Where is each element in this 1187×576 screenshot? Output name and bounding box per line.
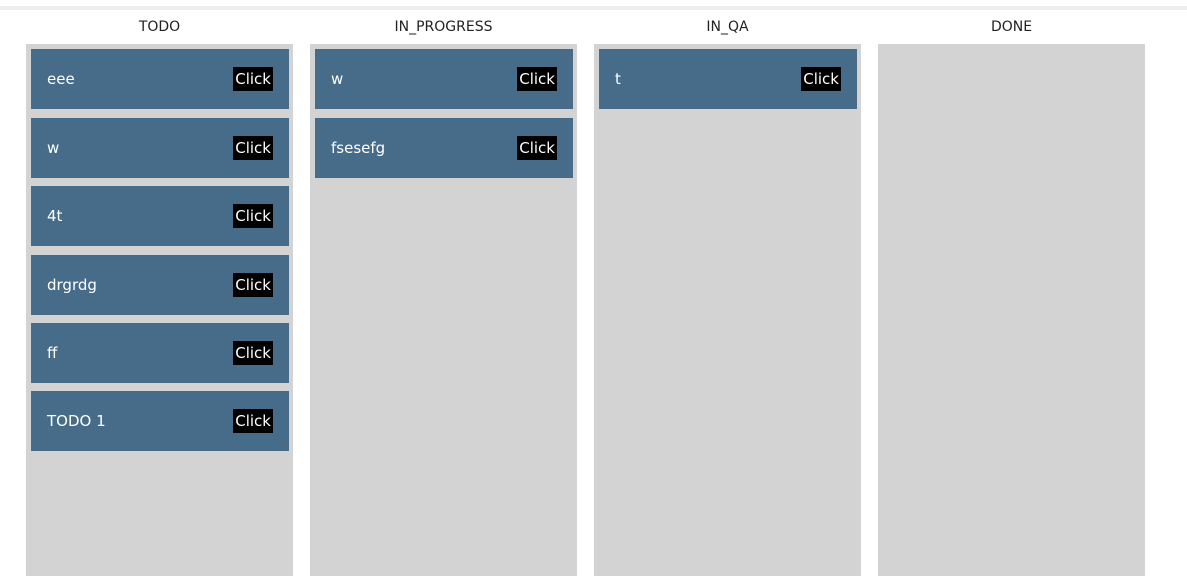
click-button[interactable]: Click <box>517 136 557 160</box>
click-button[interactable]: Click <box>233 409 273 433</box>
task-card: w Click <box>315 49 573 109</box>
task-card: drgrdg Click <box>31 255 289 315</box>
click-button[interactable]: Click <box>233 204 273 228</box>
click-button[interactable]: Click <box>233 136 273 160</box>
column-header: IN_PROGRESS <box>394 19 493 35</box>
click-button[interactable]: Click <box>233 67 273 91</box>
task-title: eee <box>47 70 75 88</box>
task-card: t Click <box>599 49 857 109</box>
column-header: TODO <box>138 19 181 35</box>
task-title: drgrdg <box>47 276 97 294</box>
task-title: ff <box>47 344 58 362</box>
task-card: eee Click <box>31 49 289 109</box>
column-body: eee Click w Click 4t Click drgrdg Click … <box>26 44 293 576</box>
task-title: t <box>615 70 621 88</box>
column-in-progress: IN_PROGRESS w Click fsesefg Click <box>310 10 577 576</box>
column-body: w Click fsesefg Click <box>310 44 577 576</box>
task-title: 4t <box>47 207 63 225</box>
column-body <box>878 44 1145 576</box>
task-title: w <box>331 70 344 88</box>
column-done: DONE <box>878 10 1145 576</box>
column-header: DONE <box>990 19 1033 35</box>
column-body: t Click <box>594 44 861 576</box>
task-card: TODO 1 Click <box>31 391 289 451</box>
column-header: IN_QA <box>706 19 749 35</box>
kanban-board: TODO eee Click w Click 4t Click drgrdg C… <box>26 10 1146 576</box>
click-button[interactable]: Click <box>233 341 273 365</box>
task-card: fsesefg Click <box>315 118 573 178</box>
task-card: ff Click <box>31 323 289 383</box>
click-button[interactable]: Click <box>233 273 273 297</box>
column-in-qa: IN_QA t Click <box>594 10 861 576</box>
task-title: TODO 1 <box>47 412 106 430</box>
task-card: w Click <box>31 118 289 178</box>
column-todo: TODO eee Click w Click 4t Click drgrdg C… <box>26 10 293 576</box>
task-title: fsesefg <box>331 139 386 157</box>
click-button[interactable]: Click <box>517 67 557 91</box>
task-title: w <box>47 139 60 157</box>
task-card: 4t Click <box>31 186 289 246</box>
click-button[interactable]: Click <box>801 67 841 91</box>
